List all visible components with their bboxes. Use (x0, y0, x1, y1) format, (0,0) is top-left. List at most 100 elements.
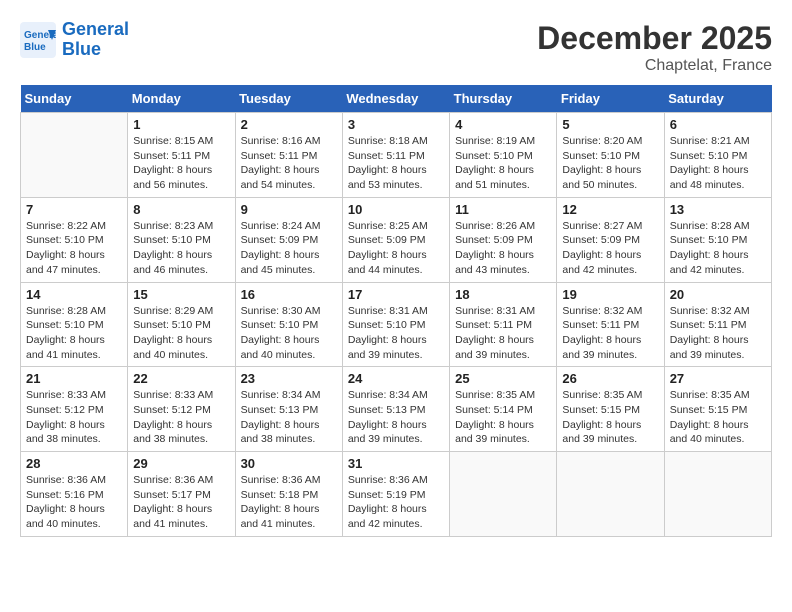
day-number: 26 (562, 371, 658, 386)
day-info: Sunrise: 8:24 AMSunset: 5:09 PMDaylight:… (241, 219, 337, 278)
day-number: 19 (562, 287, 658, 302)
day-number: 22 (133, 371, 229, 386)
day-number: 5 (562, 117, 658, 132)
weekday-header-row: SundayMondayTuesdayWednesdayThursdayFrid… (21, 85, 772, 113)
day-cell: 16 Sunrise: 8:30 AMSunset: 5:10 PMDayligh… (235, 282, 342, 367)
day-cell: 28 Sunrise: 8:36 AMSunset: 5:16 PMDayligh… (21, 452, 128, 537)
day-cell: 6Sunrise: 8:21 AMSunset: 5:10 PMDaylight… (664, 113, 771, 198)
day-info: Sunrise: 8:31 AMSunset: 5:11 PMDaylight:… (455, 304, 551, 363)
weekday-header-friday: Friday (557, 85, 664, 113)
week-row-2: 7Sunrise: 8:22 AMSunset: 5:10 PMDaylight… (21, 197, 772, 282)
day-info: Sunrise: 8:31 AMSunset: 5:10 PMDaylight:… (348, 304, 444, 363)
day-info: Sunrise: 8:36 AMSunset: 5:19 PMDaylight:… (348, 473, 444, 532)
day-cell: 12Sunrise: 8:27 AMSunset: 5:09 PMDayligh… (557, 197, 664, 282)
day-number: 4 (455, 117, 551, 132)
day-number: 31 (348, 456, 444, 471)
day-info: Sunrise: 8:20 AMSunset: 5:10 PMDaylight:… (562, 134, 658, 193)
day-number: 30 (241, 456, 337, 471)
title-area: December 2025 Chaptelat, France (537, 20, 772, 75)
day-cell: 9 Sunrise: 8:24 AMSunset: 5:09 PMDaylight… (235, 197, 342, 282)
day-number: 13 (670, 202, 766, 217)
day-number: 17 (348, 287, 444, 302)
day-info: Sunrise: 8:21 AMSunset: 5:10 PMDaylight:… (670, 134, 766, 193)
day-cell: 8 Sunrise: 8:23 AMSunset: 5:10 PMDaylight… (128, 197, 235, 282)
day-info: Sunrise: 8:28 AMSunset: 5:10 PMDaylight:… (26, 304, 122, 363)
day-number: 24 (348, 371, 444, 386)
day-info: Sunrise: 8:25 AMSunset: 5:09 PMDaylight:… (348, 219, 444, 278)
day-number: 21 (26, 371, 122, 386)
calendar-table: SundayMondayTuesdayWednesdayThursdayFrid… (20, 85, 772, 537)
day-cell: 27 Sunrise: 8:35 AMSunset: 5:15 PMDayligh… (664, 367, 771, 452)
day-number: 3 (348, 117, 444, 132)
day-cell: 2 Sunrise: 8:16 AMSunset: 5:11 PMDaylight… (235, 113, 342, 198)
month-title: December 2025 (537, 20, 772, 57)
day-cell: 23Sunrise: 8:34 AMSunset: 5:13 PMDayligh… (235, 367, 342, 452)
week-row-3: 14Sunrise: 8:28 AMSunset: 5:10 PMDayligh… (21, 282, 772, 367)
day-number: 16 (241, 287, 337, 302)
day-number: 1 (133, 117, 229, 132)
day-info: Sunrise: 8:34 AMSunset: 5:13 PMDaylight:… (348, 388, 444, 447)
day-info: Sunrise: 8:26 AMSunset: 5:09 PMDaylight:… (455, 219, 551, 278)
day-cell: 24 Sunrise: 8:34 AMSunset: 5:13 PMDayligh… (342, 367, 449, 452)
location-title: Chaptelat, France (537, 57, 772, 75)
weekday-header-thursday: Thursday (450, 85, 557, 113)
day-info: Sunrise: 8:35 AMSunset: 5:15 PMDaylight:… (562, 388, 658, 447)
day-cell: 5 Sunrise: 8:20 AMSunset: 5:10 PMDaylight… (557, 113, 664, 198)
day-cell (664, 452, 771, 537)
day-info: Sunrise: 8:32 AMSunset: 5:11 PMDaylight:… (670, 304, 766, 363)
day-cell: 31 Sunrise: 8:36 AMSunset: 5:19 PMDayligh… (342, 452, 449, 537)
day-info: Sunrise: 8:35 AMSunset: 5:14 PMDaylight:… (455, 388, 551, 447)
day-number: 27 (670, 371, 766, 386)
day-number: 10 (348, 202, 444, 217)
day-cell: 18 Sunrise: 8:31 AMSunset: 5:11 PMDayligh… (450, 282, 557, 367)
weekday-header-tuesday: Tuesday (235, 85, 342, 113)
day-info: Sunrise: 8:23 AMSunset: 5:10 PMDaylight:… (133, 219, 229, 278)
week-row-4: 21 Sunrise: 8:33 AMSunset: 5:12 PMDayligh… (21, 367, 772, 452)
day-number: 28 (26, 456, 122, 471)
weekday-header-monday: Monday (128, 85, 235, 113)
day-number: 15 (133, 287, 229, 302)
day-info: Sunrise: 8:36 AMSunset: 5:17 PMDaylight:… (133, 473, 229, 532)
week-row-1: 1 Sunrise: 8:15 AMSunset: 5:11 PMDaylight… (21, 113, 772, 198)
day-info: Sunrise: 8:34 AMSunset: 5:13 PMDaylight:… (241, 388, 337, 447)
day-number: 2 (241, 117, 337, 132)
day-info: Sunrise: 8:36 AMSunset: 5:16 PMDaylight:… (26, 473, 122, 532)
day-number: 11 (455, 202, 551, 217)
day-info: Sunrise: 8:15 AMSunset: 5:11 PMDaylight:… (133, 134, 229, 193)
day-number: 20 (670, 287, 766, 302)
day-info: Sunrise: 8:19 AMSunset: 5:10 PMDaylight:… (455, 134, 551, 193)
day-number: 8 (133, 202, 229, 217)
day-info: Sunrise: 8:29 AMSunset: 5:10 PMDaylight:… (133, 304, 229, 363)
week-row-5: 28 Sunrise: 8:36 AMSunset: 5:16 PMDayligh… (21, 452, 772, 537)
day-cell: 25 Sunrise: 8:35 AMSunset: 5:14 PMDayligh… (450, 367, 557, 452)
day-info: Sunrise: 8:33 AMSunset: 5:12 PMDaylight:… (133, 388, 229, 447)
day-cell (557, 452, 664, 537)
day-info: Sunrise: 8:28 AMSunset: 5:10 PMDaylight:… (670, 219, 766, 278)
day-info: Sunrise: 8:16 AMSunset: 5:11 PMDaylight:… (241, 134, 337, 193)
day-cell: 7Sunrise: 8:22 AMSunset: 5:10 PMDaylight… (21, 197, 128, 282)
day-number: 7 (26, 202, 122, 217)
logo-text: General Blue (62, 20, 129, 60)
day-number: 18 (455, 287, 551, 302)
day-info: Sunrise: 8:32 AMSunset: 5:11 PMDaylight:… (562, 304, 658, 363)
day-cell: 3Sunrise: 8:18 AMSunset: 5:11 PMDaylight… (342, 113, 449, 198)
day-cell: 13 Sunrise: 8:28 AMSunset: 5:10 PMDayligh… (664, 197, 771, 282)
day-cell (450, 452, 557, 537)
day-cell: 26 Sunrise: 8:35 AMSunset: 5:15 PMDayligh… (557, 367, 664, 452)
day-number: 29 (133, 456, 229, 471)
day-cell: 30Sunrise: 8:36 AMSunset: 5:18 PMDayligh… (235, 452, 342, 537)
day-info: Sunrise: 8:33 AMSunset: 5:12 PMDaylight:… (26, 388, 122, 447)
logo-icon: General Blue (20, 22, 56, 58)
day-cell: 22 Sunrise: 8:33 AMSunset: 5:12 PMDayligh… (128, 367, 235, 452)
day-number: 25 (455, 371, 551, 386)
day-cell: 19 Sunrise: 8:32 AMSunset: 5:11 PMDayligh… (557, 282, 664, 367)
day-info: Sunrise: 8:35 AMSunset: 5:15 PMDaylight:… (670, 388, 766, 447)
day-cell: 21 Sunrise: 8:33 AMSunset: 5:12 PMDayligh… (21, 367, 128, 452)
day-info: Sunrise: 8:30 AMSunset: 5:10 PMDaylight:… (241, 304, 337, 363)
day-cell: 11 Sunrise: 8:26 AMSunset: 5:09 PMDayligh… (450, 197, 557, 282)
day-number: 9 (241, 202, 337, 217)
day-cell: 17 Sunrise: 8:31 AMSunset: 5:10 PMDayligh… (342, 282, 449, 367)
logo: General Blue General Blue (20, 20, 129, 60)
header: General Blue General Blue December 2025 … (20, 20, 772, 75)
day-number: 12 (562, 202, 658, 217)
